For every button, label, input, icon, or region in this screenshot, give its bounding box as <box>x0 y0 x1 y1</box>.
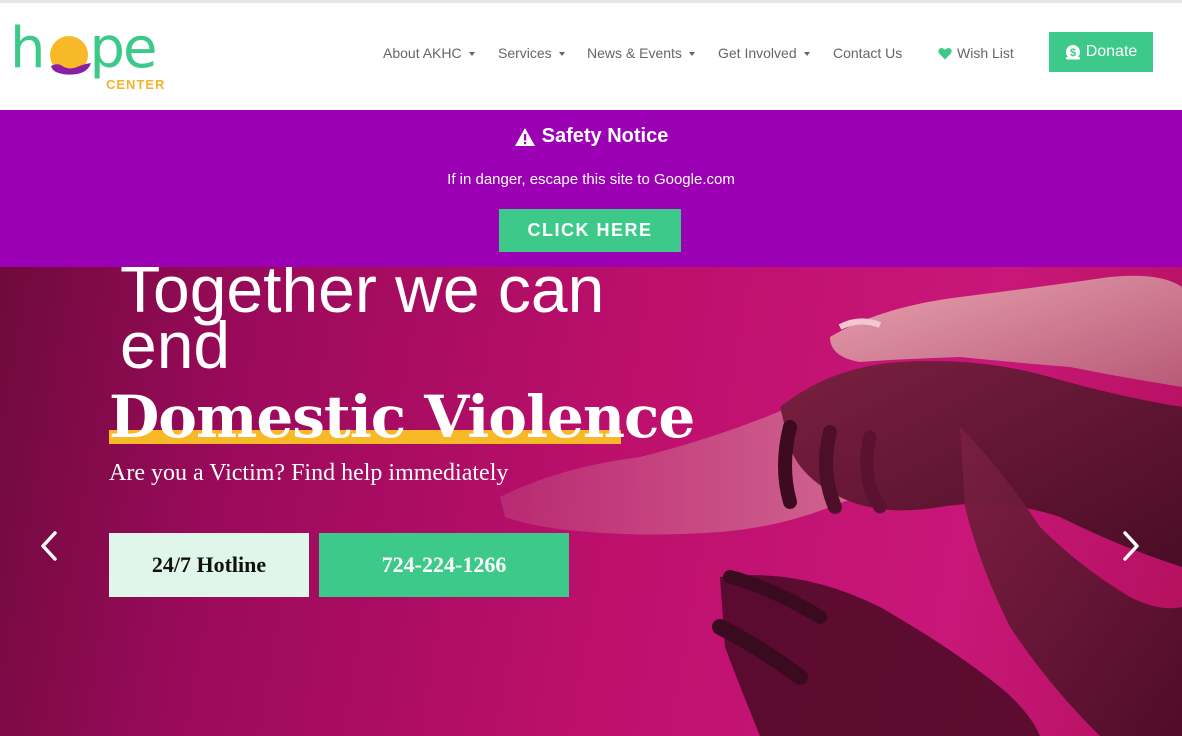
hero-heading-line2: Domestic Violence <box>109 383 695 451</box>
donate-button[interactable]: $ Donate <box>1049 32 1153 72</box>
nav-wish-list[interactable]: Wish List <box>938 45 1014 61</box>
safety-notice-text: If in danger, escape this site to Google… <box>447 171 735 188</box>
hero-slider: Together we can end Domestic Violence Ar… <box>0 267 1182 736</box>
caret-down-icon <box>558 51 565 56</box>
safety-notice-banner: Safety Notice If in danger, escape this … <box>0 110 1182 267</box>
nav-label: Get Involved <box>718 45 797 61</box>
warning-triangle-icon <box>514 127 536 147</box>
safety-notice-title: Safety Notice <box>0 125 1182 148</box>
hero-subtitle: Are you a Victim? Find help immediately <box>109 460 509 486</box>
nav-label: About AKHC <box>383 45 462 61</box>
caret-down-icon <box>468 51 475 56</box>
nav-label: Wish List <box>957 45 1014 61</box>
nav-get-involved[interactable]: Get Involved <box>718 45 810 61</box>
escape-click-here-button[interactable]: CLICK HERE <box>499 209 681 252</box>
nav-label: Contact Us <box>833 45 903 61</box>
nav-about-akhc[interactable]: About AKHC <box>383 45 475 61</box>
logo-subtitle: CENTER <box>106 77 166 92</box>
nav-label: Services <box>498 45 552 61</box>
phone-number-button[interactable]: 724-224-1266 <box>319 533 569 597</box>
nav-label: News & Events <box>587 45 682 61</box>
hope-center-logo[interactable]: h pe CENTER <box>10 17 175 93</box>
hotline-button[interactable]: 24/7 Hotline <box>109 533 309 597</box>
heart-icon <box>938 47 952 60</box>
nav-news-events[interactable]: News & Events <box>587 45 695 61</box>
chevron-left-icon[interactable] <box>37 529 61 563</box>
caret-down-icon <box>688 51 695 56</box>
hero-heading-line1: Together we can end <box>120 267 605 382</box>
caret-down-icon <box>803 51 810 56</box>
money-bag-icon: $ <box>1065 44 1081 60</box>
chevron-right-icon[interactable] <box>1119 529 1143 563</box>
site-header: h pe CENTER About AKHC Services News & Ev… <box>0 3 1182 110</box>
hand-logo-icon <box>51 63 91 75</box>
safety-title-text: Safety Notice <box>541 125 669 147</box>
nav-contact-us[interactable]: Contact Us <box>833 45 902 61</box>
nav-services[interactable]: Services <box>498 45 565 61</box>
donate-label: Donate <box>1085 43 1138 60</box>
